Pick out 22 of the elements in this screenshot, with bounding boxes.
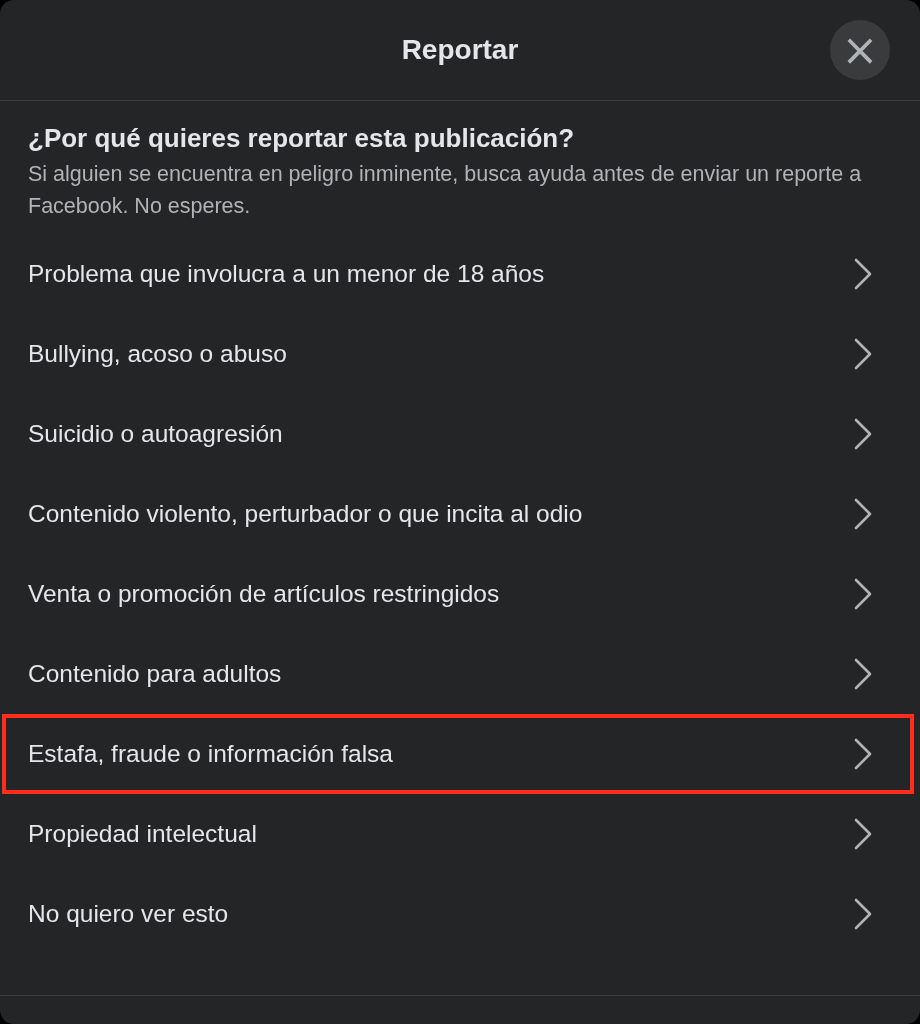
chevron-right-icon — [854, 578, 872, 610]
chevron-right-icon — [854, 338, 872, 370]
report-option[interactable]: Problema que involucra a un menor de 18 años — [2, 234, 914, 314]
chevron-right-icon — [854, 898, 872, 930]
dialog-title: Reportar — [401, 34, 519, 66]
report-option[interactable]: Bullying, acoso o abuso — [2, 314, 914, 394]
chevron-right-icon — [854, 818, 872, 850]
close-button[interactable]: × — [830, 20, 890, 80]
question-subtitle: Si alguien se encuentra en peligro inminente, busca ayuda antes de enviar un reporte a Facebook. No esperes. — [28, 161, 863, 220]
question-heading: ¿Por qué quieres reportar esta publicación? — [28, 123, 576, 154]
chevron-right-icon — [854, 498, 872, 530]
report-option[interactable]: No quiero ver esto — [2, 874, 914, 954]
chevron-right-icon — [854, 418, 872, 450]
chevron-right-icon — [854, 738, 872, 770]
report-option[interactable]: Propiedad intelectual — [2, 794, 914, 874]
report-option[interactable]: Venta o promoción de artículos restringidos — [2, 554, 914, 634]
chevron-right-icon — [854, 658, 872, 690]
report-option[interactable]: Contenido para adultos — [2, 634, 914, 714]
report-option[interactable]: Suicidio o autoagresión — [2, 394, 914, 474]
report-option[interactable]: Estafa, fraude o información falsa — [2, 714, 914, 794]
chevron-right-icon — [854, 258, 872, 290]
report-option[interactable]: Contenido violento, perturbador o que incita al odio — [2, 474, 914, 554]
